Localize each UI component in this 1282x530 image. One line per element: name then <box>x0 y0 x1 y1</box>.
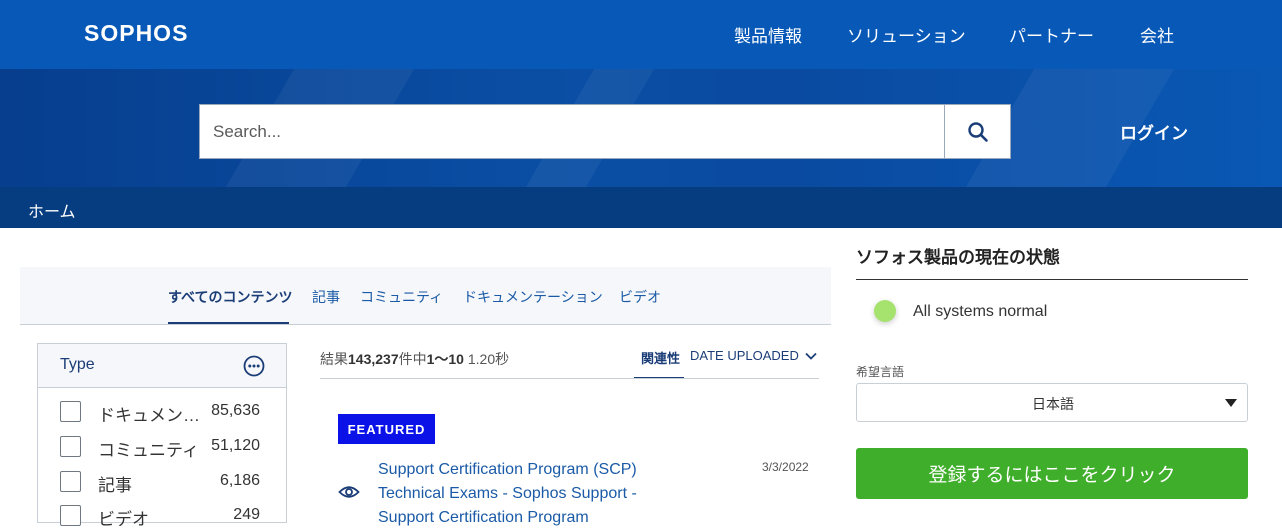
facet-checkbox[interactable] <box>60 505 81 526</box>
featured-badge: FEATURED <box>338 414 435 444</box>
facet-header: Type <box>38 344 286 388</box>
status-divider <box>856 279 1248 280</box>
register-button[interactable]: 登録するにはここをクリック <box>856 448 1248 499</box>
login-link[interactable]: ログイン <box>1120 119 1188 144</box>
search-icon <box>967 121 988 142</box>
top-navigation-bar: SOPHOS 製品情報 ソリューション パートナー 会社 <box>0 0 1282 69</box>
caret-down-icon <box>1225 399 1237 407</box>
sort-date-uploaded[interactable]: DATE UPLOADED <box>690 348 818 363</box>
search-box <box>199 104 945 159</box>
results-time: 1.20秒 <box>467 351 510 367</box>
product-status-title: ソフォス製品の現在の状態 <box>856 248 1060 267</box>
facet-checkbox[interactable] <box>60 436 81 457</box>
results-divider <box>320 378 819 379</box>
result-date: 3/3/2022 <box>762 460 809 474</box>
tab-articles[interactable]: 記事 <box>312 287 340 307</box>
sort-relevance[interactable]: 関連性 <box>641 348 680 367</box>
breadcrumb-home[interactable]: ホーム <box>28 198 76 222</box>
facet-option-label: コミュニティ <box>98 441 199 460</box>
language-select[interactable]: 日本語 <box>856 383 1248 422</box>
search-input[interactable] <box>200 105 944 158</box>
results-prefix: 結果 <box>320 351 348 367</box>
status-text[interactable]: All systems normal <box>913 303 1047 321</box>
language-label: 希望言語 <box>856 365 905 379</box>
type-facet: Type ドキュメンテーション 85,636 コミュニティ 51,120 記事 … <box>37 343 287 529</box>
results-summary: 結果143,237件中1～10 1.20秒 <box>320 349 509 369</box>
results-range: 1～10 <box>426 351 464 367</box>
search-button[interactable] <box>944 104 1011 159</box>
tab-documentation[interactable]: ドキュメンテーション <box>463 287 603 307</box>
facet-option-count: 249 <box>233 506 260 523</box>
breadcrumb: ホーム <box>0 187 1282 228</box>
content-tabs: すべてのコンテンツ 記事 コミュニティ ドキュメンテーション ビデオ <box>20 267 831 325</box>
results-mid: 件中 <box>398 351 427 367</box>
tab-all-content[interactable]: すべてのコンテンツ <box>168 287 292 307</box>
tab-community[interactable]: コミュニティ <box>360 287 443 307</box>
facet-checkbox[interactable] <box>60 401 81 422</box>
facet-checkbox[interactable] <box>60 471 81 492</box>
tab-videos[interactable]: ビデオ <box>619 287 661 307</box>
sophos-logo[interactable]: SOPHOS <box>84 20 188 47</box>
facet-option-count: 85,636 <box>211 402 260 419</box>
facet-option-community[interactable]: コミュニティ 51,120 <box>60 434 270 460</box>
status-indicator-dot <box>874 300 896 322</box>
facet-option-label: ビデオ <box>98 510 149 529</box>
nav-company[interactable]: 会社 <box>1140 22 1174 47</box>
results-total: 143,237 <box>348 351 399 367</box>
result-title-link[interactable]: Support Certification Program (SCP) Tech… <box>378 458 678 530</box>
nav-products[interactable]: 製品情報 <box>734 22 802 47</box>
facet-option-articles[interactable]: 記事 6,186 <box>60 469 270 495</box>
facet-option-label: 記事 <box>98 476 132 495</box>
facet-title: Type <box>60 356 95 373</box>
facet-option-label: ドキュメンテーション <box>98 406 200 425</box>
sort-date-label: DATE UPLOADED <box>690 348 799 363</box>
more-options-icon[interactable] <box>243 355 265 377</box>
nav-partners[interactable]: パートナー <box>1009 22 1094 47</box>
facet-option-count: 51,120 <box>211 437 260 454</box>
chevron-down-icon <box>805 352 818 360</box>
language-selected-value: 日本語 <box>1032 396 1074 412</box>
facet-option-count: 6,186 <box>219 472 260 489</box>
active-tab-indicator <box>168 322 289 324</box>
facet-option-documentation[interactable]: ドキュメンテーション 85,636 <box>60 399 270 425</box>
eye-icon <box>338 486 360 498</box>
facet-option-videos[interactable]: ビデオ 249 <box>60 503 270 529</box>
nav-solutions[interactable]: ソリューション <box>847 22 966 47</box>
